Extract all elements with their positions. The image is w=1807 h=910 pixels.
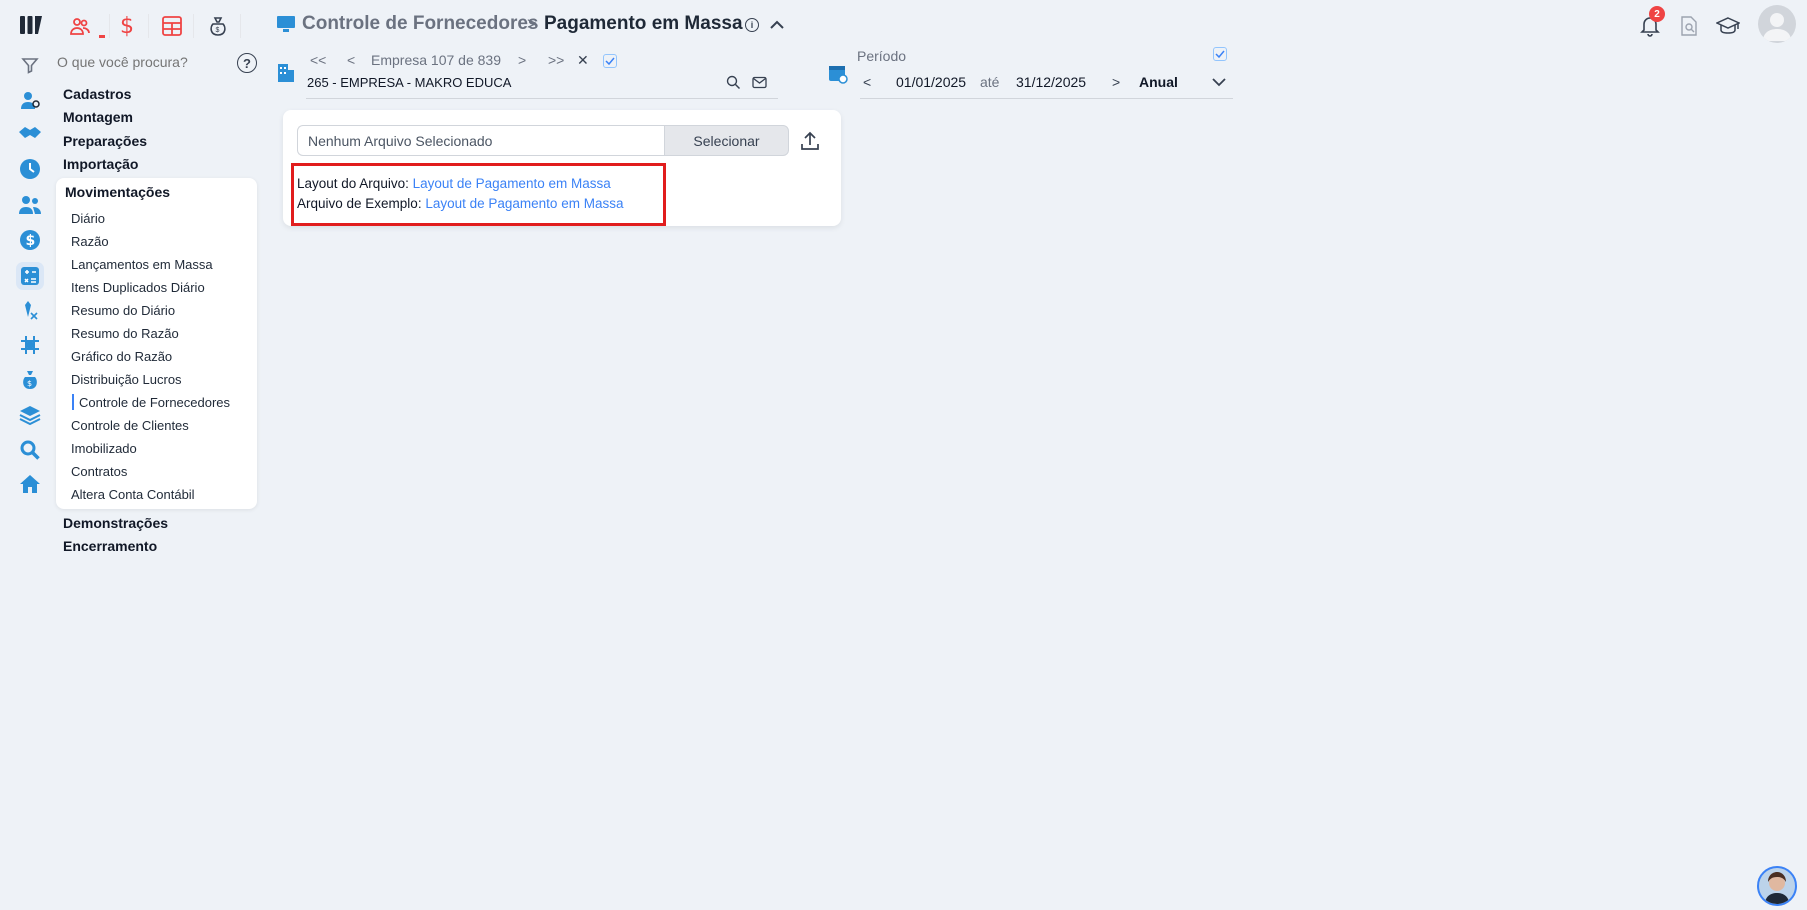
dollar-circle-icon[interactable]: $ (18, 228, 42, 252)
next-company-button[interactable]: > (518, 52, 526, 68)
nav-encerramento[interactable]: Encerramento (63, 538, 157, 554)
submenu-item-grafico-razao[interactable]: Gráfico do Razão (71, 349, 172, 364)
submenu-item-diario[interactable]: Diário (71, 211, 105, 226)
search-icon[interactable] (725, 74, 741, 90)
submenu-item-resumo-razao[interactable]: Resumo do Razão (71, 326, 179, 341)
document-search-icon[interactable] (1677, 14, 1701, 38)
layers-icon[interactable] (18, 403, 42, 427)
page-title: Pagamento em Massa (544, 13, 743, 34)
graduation-cap-icon[interactable] (1716, 14, 1740, 38)
svg-text:$: $ (27, 379, 32, 388)
user-avatar[interactable] (1758, 5, 1796, 43)
first-company-button[interactable]: << (310, 52, 326, 68)
info-icon[interactable]: i (745, 18, 759, 32)
notification-badge: 2 (1649, 6, 1665, 22)
submenu-item-razao[interactable]: Razão (71, 234, 109, 249)
submenu-panel (56, 178, 257, 509)
handshake-icon[interactable] (18, 122, 42, 146)
nav-movimentacoes[interactable]: Movimentações (65, 184, 170, 200)
chevron-down-icon[interactable] (1211, 75, 1227, 89)
monitor-icon (276, 14, 296, 34)
nav-cadastros[interactable]: Cadastros (63, 86, 131, 102)
period-end-input[interactable]: 31/12/2025 (1016, 74, 1086, 90)
building-icon (276, 62, 296, 84)
submenu-item-altera-conta[interactable]: Altera Conta Contábil (71, 487, 195, 502)
period-label: Período (857, 48, 907, 64)
submenu-item-imobilizado[interactable]: Imobilizado (71, 441, 137, 456)
last-company-button[interactable]: >> (548, 52, 564, 68)
nav-preparacoes[interactable]: Preparações (63, 133, 147, 149)
company-field-underline (306, 98, 778, 99)
company-name[interactable]: 265 - EMPRESA - MAKRO EDUCA (307, 75, 511, 90)
company-counter: Empresa 107 de 839 (371, 52, 501, 68)
submenu-item-resumo-diario[interactable]: Resumo do Diário (71, 303, 175, 318)
active-module-indicator (99, 35, 105, 38)
people-icon[interactable] (18, 193, 42, 217)
users-module-icon[interactable] (68, 14, 92, 38)
period-start-input[interactable]: 01/01/2025 (896, 74, 966, 90)
help-icon[interactable]: ? (237, 53, 257, 73)
nav-montagem[interactable]: Montagem (63, 109, 133, 125)
period-prev-button[interactable]: < (863, 74, 871, 90)
period-next-button[interactable]: > (1112, 74, 1120, 90)
submenu-item-controle-fornecedores[interactable]: Controle de Fornecedores (79, 395, 230, 410)
user-settings-icon[interactable] (18, 88, 42, 112)
clock-icon[interactable] (18, 157, 42, 181)
dollar-icon[interactable]: $ (115, 14, 139, 39)
select-file-button[interactable]: Selecionar (664, 125, 789, 156)
app-logo[interactable] (18, 12, 44, 38)
assistant-avatar[interactable] (1757, 866, 1797, 906)
submenu-item-controle-clientes[interactable]: Controle de Clientes (71, 418, 189, 433)
divider (109, 14, 110, 38)
breadcrumb-parent[interactable]: Controle de Fornecedores (302, 13, 539, 35)
file-name-field[interactable]: Nenhum Arquivo Selecionado (297, 125, 664, 156)
money-bag-blue-icon[interactable]: $ (18, 368, 42, 392)
accounting-calculator-icon[interactable] (16, 262, 44, 290)
nav-demonstracoes[interactable]: Demonstrações (63, 515, 168, 531)
pen-chart-icon[interactable] (18, 298, 42, 322)
money-bag-icon[interactable]: $ (206, 14, 230, 38)
filter-icon[interactable] (20, 55, 40, 75)
divider (193, 14, 194, 38)
network-icon[interactable] (18, 333, 42, 357)
home-icon[interactable] (18, 472, 42, 496)
submenu-item-distribuicao-lucros[interactable]: Distribuição Lucros (71, 372, 182, 387)
divider (148, 14, 149, 38)
clear-company-button[interactable]: ✕ (577, 52, 589, 69)
nav-importacao[interactable]: Importação (63, 156, 138, 172)
divider (240, 14, 241, 38)
mail-icon[interactable] (751, 74, 767, 90)
period-checkbox[interactable] (1213, 47, 1227, 61)
prev-company-button[interactable]: < (347, 52, 355, 68)
breadcrumb-separator: > (527, 14, 537, 33)
submenu-item-contratos[interactable]: Contratos (71, 464, 127, 479)
submenu-item-lancamentos[interactable]: Lançamentos em Massa (71, 257, 213, 272)
upload-icon[interactable] (797, 128, 823, 154)
highlight-box (291, 163, 666, 226)
svg-text:$: $ (216, 27, 220, 34)
period-field-underline (860, 98, 1233, 99)
menu-search-input[interactable] (57, 54, 227, 70)
active-indicator (72, 394, 74, 410)
calculator-icon[interactable] (160, 14, 184, 38)
company-checkbox[interactable] (603, 54, 617, 68)
period-between-label: até (980, 74, 1000, 90)
search-zoom-icon[interactable] (18, 438, 42, 462)
calendar-clock-icon (828, 62, 848, 84)
period-mode-select[interactable]: Anual (1139, 74, 1178, 90)
chevron-up-icon[interactable] (768, 16, 786, 34)
submenu-item-itens-duplicados[interactable]: Itens Duplicados Diário (71, 280, 205, 295)
svg-text:$: $ (26, 233, 36, 249)
